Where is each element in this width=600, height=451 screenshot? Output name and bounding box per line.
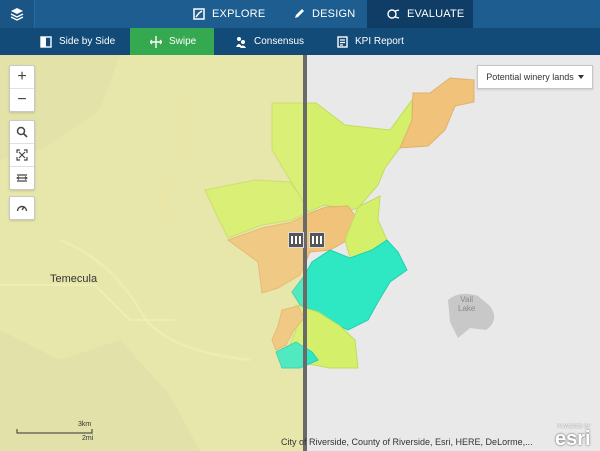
subtab-kpi-report-label: KPI Report [355,36,404,47]
tab-explore-label: EXPLORE [212,8,266,20]
full-extent-button[interactable] [10,143,34,166]
search-button[interactable] [10,121,34,143]
layer-select-dropdown[interactable]: Potential winery lands [477,65,593,89]
swipe-divider[interactable] [303,55,307,451]
swipe-icon [150,35,162,48]
map-tools [9,120,35,190]
kpi-report-icon [337,35,348,48]
esri-wordmark: esri [555,428,591,450]
gauge-button[interactable] [10,197,34,219]
swipe-handle-right[interactable] [309,232,325,248]
town-label-temecula: Temecula [50,273,98,285]
search-icon [16,126,28,138]
tab-explore[interactable]: EXPLORE [193,0,273,28]
layer-select-label: Potential winery lands [486,72,574,82]
evaluate-icon [387,9,400,19]
chevron-down-icon [577,75,584,79]
subtab-kpi-report[interactable]: KPI Report [337,28,404,55]
top-nav-bar: EXPLORE DESIGN EVALUATE [0,0,600,28]
lake-label-vail: Vail Lake [458,295,476,313]
swipe-handle-left[interactable] [288,232,304,248]
consensus-icon [236,36,246,48]
measure-button[interactable] [10,166,34,189]
explore-icon [193,8,205,20]
subtab-swipe[interactable]: Swipe [130,28,214,55]
subtab-consensus[interactable]: Consensus [235,28,304,55]
subtab-side-by-side-label: Side by Side [59,36,116,47]
layers-icon [10,8,24,21]
pencil-icon [295,9,304,18]
subtab-side-by-side[interactable]: Side by Side [40,28,115,55]
esri-logo: POWERED BY esri [553,424,597,450]
scale-km-label: 3km [78,421,92,428]
tab-evaluate[interactable]: EVALUATE [367,0,473,28]
gauge-icon [16,205,28,212]
scale-mi-label: 2mi [82,435,94,442]
subtab-consensus-label: Consensus [254,36,305,47]
basemap [0,55,600,451]
gauge-tool [9,196,35,220]
sub-nav-bar: Side by Side Swipe Consensus KPI Report [0,28,600,55]
subtab-swipe-label: Swipe [169,36,197,47]
plus-icon: + [17,68,27,85]
zoom-controls: + − [9,65,35,112]
tab-evaluate-label: EVALUATE [407,8,465,20]
zoom-out-button[interactable]: − [10,88,34,111]
zoom-in-button[interactable]: + [10,66,34,88]
side-by-side-icon [40,35,52,48]
map-view[interactable]: Temecula Vail Lake [0,55,600,451]
minus-icon: − [17,91,27,108]
full-extent-icon [16,149,28,161]
tab-design-label: DESIGN [312,8,356,20]
tab-design[interactable]: DESIGN [293,0,363,28]
layers-button[interactable] [0,0,35,28]
map-attribution: City of Riverside, County of Riverside, … [281,437,533,447]
ruler-icon [16,174,28,182]
